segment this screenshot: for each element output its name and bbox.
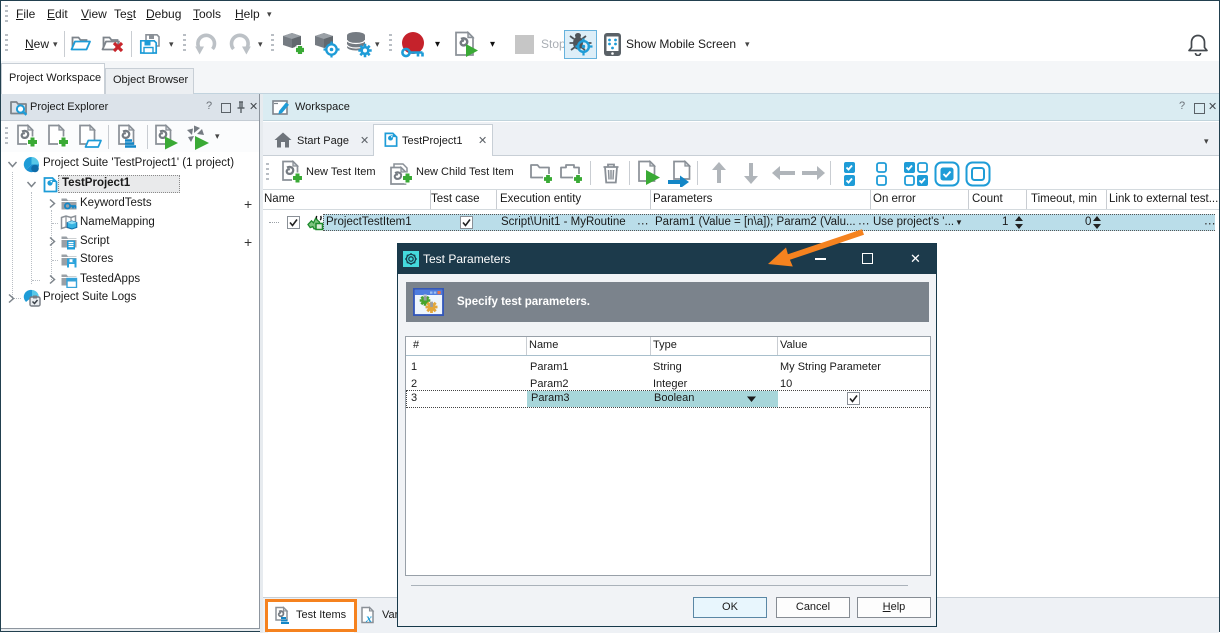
svg-text:x: x xyxy=(365,611,372,625)
